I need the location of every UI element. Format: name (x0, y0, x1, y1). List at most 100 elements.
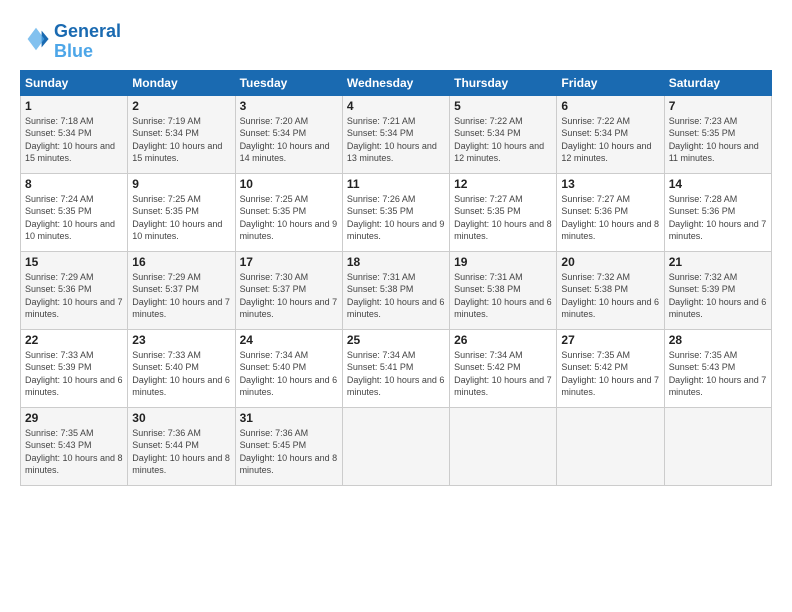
col-header-tuesday: Tuesday (235, 70, 342, 95)
day-number: 11 (347, 177, 445, 191)
day-number: 28 (669, 333, 767, 347)
week-row-4: 22 Sunrise: 7:33 AMSunset: 5:39 PMDaylig… (21, 329, 772, 407)
day-info: Sunrise: 7:21 AMSunset: 5:34 PMDaylight:… (347, 116, 437, 164)
day-number: 5 (454, 99, 552, 113)
day-info: Sunrise: 7:18 AMSunset: 5:34 PMDaylight:… (25, 116, 115, 164)
calendar-table: SundayMondayTuesdayWednesdayThursdayFrid… (20, 70, 772, 486)
day-info: Sunrise: 7:34 AMSunset: 5:40 PMDaylight:… (240, 350, 338, 398)
day-number: 19 (454, 255, 552, 269)
day-cell (342, 407, 449, 485)
day-info: Sunrise: 7:31 AMSunset: 5:38 PMDaylight:… (347, 272, 445, 320)
day-info: Sunrise: 7:27 AMSunset: 5:35 PMDaylight:… (454, 194, 552, 242)
day-info: Sunrise: 7:25 AMSunset: 5:35 PMDaylight:… (132, 194, 222, 242)
week-row-2: 8 Sunrise: 7:24 AMSunset: 5:35 PMDayligh… (21, 173, 772, 251)
col-header-monday: Monday (128, 70, 235, 95)
col-header-sunday: Sunday (21, 70, 128, 95)
day-cell: 5 Sunrise: 7:22 AMSunset: 5:34 PMDayligh… (450, 95, 557, 173)
day-cell: 16 Sunrise: 7:29 AMSunset: 5:37 PMDaylig… (128, 251, 235, 329)
day-info: Sunrise: 7:25 AMSunset: 5:35 PMDaylight:… (240, 194, 338, 242)
day-number: 23 (132, 333, 230, 347)
day-number: 30 (132, 411, 230, 425)
col-header-wednesday: Wednesday (342, 70, 449, 95)
day-info: Sunrise: 7:29 AMSunset: 5:36 PMDaylight:… (25, 272, 123, 320)
day-number: 8 (25, 177, 123, 191)
day-info: Sunrise: 7:27 AMSunset: 5:36 PMDaylight:… (561, 194, 659, 242)
day-info: Sunrise: 7:32 AMSunset: 5:38 PMDaylight:… (561, 272, 659, 320)
day-info: Sunrise: 7:24 AMSunset: 5:35 PMDaylight:… (25, 194, 115, 242)
day-cell: 6 Sunrise: 7:22 AMSunset: 5:34 PMDayligh… (557, 95, 664, 173)
logo-icon (22, 25, 50, 53)
day-cell: 29 Sunrise: 7:35 AMSunset: 5:43 PMDaylig… (21, 407, 128, 485)
day-number: 6 (561, 99, 659, 113)
day-number: 3 (240, 99, 338, 113)
day-info: Sunrise: 7:35 AMSunset: 5:42 PMDaylight:… (561, 350, 659, 398)
day-number: 9 (132, 177, 230, 191)
week-row-1: 1 Sunrise: 7:18 AMSunset: 5:34 PMDayligh… (21, 95, 772, 173)
day-info: Sunrise: 7:23 AMSunset: 5:35 PMDaylight:… (669, 116, 759, 164)
day-number: 7 (669, 99, 767, 113)
day-info: Sunrise: 7:20 AMSunset: 5:34 PMDaylight:… (240, 116, 330, 164)
day-cell (450, 407, 557, 485)
day-info: Sunrise: 7:33 AMSunset: 5:40 PMDaylight:… (132, 350, 230, 398)
day-info: Sunrise: 7:35 AMSunset: 5:43 PMDaylight:… (669, 350, 767, 398)
day-cell: 13 Sunrise: 7:27 AMSunset: 5:36 PMDaylig… (557, 173, 664, 251)
header-row: SundayMondayTuesdayWednesdayThursdayFrid… (21, 70, 772, 95)
day-number: 10 (240, 177, 338, 191)
col-header-thursday: Thursday (450, 70, 557, 95)
day-number: 27 (561, 333, 659, 347)
day-cell: 26 Sunrise: 7:34 AMSunset: 5:42 PMDaylig… (450, 329, 557, 407)
day-cell: 11 Sunrise: 7:26 AMSunset: 5:35 PMDaylig… (342, 173, 449, 251)
day-cell: 8 Sunrise: 7:24 AMSunset: 5:35 PMDayligh… (21, 173, 128, 251)
col-header-friday: Friday (557, 70, 664, 95)
day-info: Sunrise: 7:36 AMSunset: 5:45 PMDaylight:… (240, 428, 338, 476)
day-number: 18 (347, 255, 445, 269)
week-row-3: 15 Sunrise: 7:29 AMSunset: 5:36 PMDaylig… (21, 251, 772, 329)
day-cell: 12 Sunrise: 7:27 AMSunset: 5:35 PMDaylig… (450, 173, 557, 251)
day-cell (664, 407, 771, 485)
day-cell: 19 Sunrise: 7:31 AMSunset: 5:38 PMDaylig… (450, 251, 557, 329)
day-cell: 23 Sunrise: 7:33 AMSunset: 5:40 PMDaylig… (128, 329, 235, 407)
logo-text: GeneralBlue (54, 22, 121, 62)
day-info: Sunrise: 7:33 AMSunset: 5:39 PMDaylight:… (25, 350, 123, 398)
day-cell: 2 Sunrise: 7:19 AMSunset: 5:34 PMDayligh… (128, 95, 235, 173)
day-cell: 27 Sunrise: 7:35 AMSunset: 5:42 PMDaylig… (557, 329, 664, 407)
day-number: 13 (561, 177, 659, 191)
day-cell: 20 Sunrise: 7:32 AMSunset: 5:38 PMDaylig… (557, 251, 664, 329)
day-info: Sunrise: 7:35 AMSunset: 5:43 PMDaylight:… (25, 428, 123, 476)
day-info: Sunrise: 7:31 AMSunset: 5:38 PMDaylight:… (454, 272, 552, 320)
day-number: 26 (454, 333, 552, 347)
day-number: 15 (25, 255, 123, 269)
day-number: 21 (669, 255, 767, 269)
page: GeneralBlue SundayMondayTuesdayWednesday… (0, 0, 792, 496)
day-info: Sunrise: 7:26 AMSunset: 5:35 PMDaylight:… (347, 194, 445, 242)
day-info: Sunrise: 7:22 AMSunset: 5:34 PMDaylight:… (454, 116, 544, 164)
logo: GeneralBlue (20, 22, 121, 62)
day-cell: 21 Sunrise: 7:32 AMSunset: 5:39 PMDaylig… (664, 251, 771, 329)
day-info: Sunrise: 7:34 AMSunset: 5:41 PMDaylight:… (347, 350, 445, 398)
day-info: Sunrise: 7:32 AMSunset: 5:39 PMDaylight:… (669, 272, 767, 320)
day-cell: 10 Sunrise: 7:25 AMSunset: 5:35 PMDaylig… (235, 173, 342, 251)
day-cell: 22 Sunrise: 7:33 AMSunset: 5:39 PMDaylig… (21, 329, 128, 407)
day-number: 14 (669, 177, 767, 191)
day-cell: 28 Sunrise: 7:35 AMSunset: 5:43 PMDaylig… (664, 329, 771, 407)
day-cell: 18 Sunrise: 7:31 AMSunset: 5:38 PMDaylig… (342, 251, 449, 329)
day-info: Sunrise: 7:34 AMSunset: 5:42 PMDaylight:… (454, 350, 552, 398)
header: GeneralBlue (20, 18, 772, 62)
day-number: 4 (347, 99, 445, 113)
day-number: 31 (240, 411, 338, 425)
day-number: 24 (240, 333, 338, 347)
day-info: Sunrise: 7:36 AMSunset: 5:44 PMDaylight:… (132, 428, 230, 476)
day-cell: 9 Sunrise: 7:25 AMSunset: 5:35 PMDayligh… (128, 173, 235, 251)
day-number: 2 (132, 99, 230, 113)
day-number: 16 (132, 255, 230, 269)
day-number: 22 (25, 333, 123, 347)
day-number: 1 (25, 99, 123, 113)
day-info: Sunrise: 7:19 AMSunset: 5:34 PMDaylight:… (132, 116, 222, 164)
day-info: Sunrise: 7:22 AMSunset: 5:34 PMDaylight:… (561, 116, 651, 164)
day-cell: 24 Sunrise: 7:34 AMSunset: 5:40 PMDaylig… (235, 329, 342, 407)
day-number: 29 (25, 411, 123, 425)
day-cell: 15 Sunrise: 7:29 AMSunset: 5:36 PMDaylig… (21, 251, 128, 329)
day-cell: 14 Sunrise: 7:28 AMSunset: 5:36 PMDaylig… (664, 173, 771, 251)
day-cell: 1 Sunrise: 7:18 AMSunset: 5:34 PMDayligh… (21, 95, 128, 173)
day-cell: 31 Sunrise: 7:36 AMSunset: 5:45 PMDaylig… (235, 407, 342, 485)
